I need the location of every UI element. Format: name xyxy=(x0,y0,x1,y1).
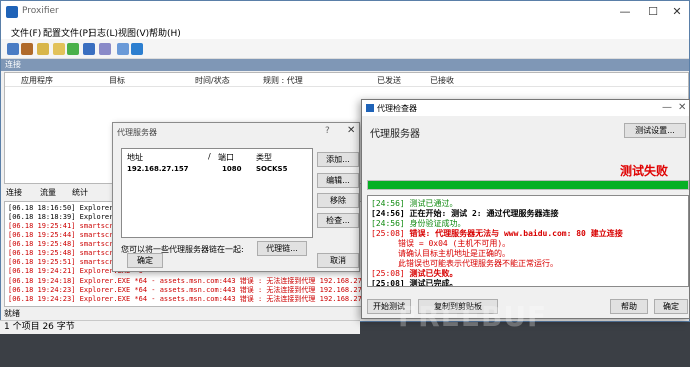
rules-icon[interactable] xyxy=(83,43,95,55)
bottom-tabs: 连接 流量 统计 xyxy=(4,186,104,200)
proxy-servers-icon[interactable] xyxy=(67,43,79,55)
tab-traffic[interactable]: 流量 xyxy=(40,187,56,198)
column-header[interactable]: 目标 xyxy=(109,75,125,86)
menu-help[interactable]: 帮助(H) xyxy=(149,26,181,39)
minimize-icon[interactable]: — xyxy=(662,102,672,113)
check-button[interactable]: 检查... xyxy=(317,213,359,228)
edit-button[interactable]: 编辑... xyxy=(317,173,359,188)
close-button[interactable]: ✕ xyxy=(665,3,689,21)
menu-file[interactable]: 文件(F) xyxy=(11,26,41,39)
window-title: Proxifier xyxy=(22,6,59,16)
open-icon[interactable] xyxy=(21,43,33,55)
column-header[interactable]: 应用程序 xyxy=(21,75,53,86)
connections-header: 连接 xyxy=(1,59,689,71)
proxy-server-list[interactable]: 地址 / 端口 类型 192.168.27.157 1080 SOCKS5 xyxy=(121,148,313,238)
settings-icon[interactable] xyxy=(117,43,129,55)
menu-log[interactable]: 日志(L) xyxy=(88,26,118,39)
section-title: 代理服务器 xyxy=(370,129,420,140)
menu-profile[interactable]: 配置文件(P) xyxy=(43,26,91,39)
cancel-button[interactable]: 取消 xyxy=(317,253,359,268)
help-button[interactable]: 帮助 xyxy=(610,299,648,314)
column-header[interactable]: 时间/状态 xyxy=(195,75,230,86)
save-icon[interactable] xyxy=(37,43,49,55)
proxy-chain-button[interactable]: 代理链... xyxy=(257,241,307,256)
test-failed-label: 测试失败 xyxy=(620,164,669,178)
status-bar: 1 个项目 26 字节 xyxy=(0,320,360,334)
column-header: / xyxy=(208,152,211,161)
checker-log[interactable]: [24:56] 测试已通过。 [24:56] 正在开始: 测试 2: 通过代理服… xyxy=(367,195,689,287)
dialog-title: 代理检查器 xyxy=(377,104,417,113)
proxy-servers-dialog: 代理服务器 ? ✕ 地址 / 端口 类型 192.168.27.157 1080… xyxy=(112,122,360,272)
title-bar: Proxifier — ☐ ✕ xyxy=(1,1,689,23)
proxifier-app-icon xyxy=(6,6,18,18)
app-icon xyxy=(366,104,374,112)
column-header[interactable]: 已接收 xyxy=(430,75,454,86)
ok-button[interactable]: 确定 xyxy=(654,299,688,314)
dialog-title: 代理服务器 xyxy=(117,128,157,137)
ok-button[interactable]: 确定 xyxy=(127,253,163,268)
proxy-address[interactable]: 192.168.27.157 xyxy=(127,165,189,173)
menu-view[interactable]: 视图(V) xyxy=(118,26,149,39)
column-header: 地址 xyxy=(127,153,143,162)
help-icon[interactable]: ? xyxy=(325,126,330,136)
tab-connections[interactable]: 连接 xyxy=(6,187,22,198)
proxy-type[interactable]: SOCKS5 xyxy=(256,165,287,173)
minimize-button[interactable]: — xyxy=(613,3,637,21)
column-header: 端口 xyxy=(218,153,234,162)
log-line: [25:08] 测试已完成。 xyxy=(371,279,458,287)
dialog-title-bar: 代理检查器 — ✕ xyxy=(362,100,689,116)
test-settings-button[interactable]: 测试设置... xyxy=(624,123,686,138)
folder-icon[interactable] xyxy=(53,43,65,55)
column-header: 类型 xyxy=(256,153,272,162)
remove-button[interactable]: 移除 xyxy=(317,193,359,208)
column-header[interactable]: 规则 : 代理 xyxy=(263,75,303,86)
proxy-port[interactable]: 1080 xyxy=(222,165,241,173)
connections-header-row: 应用程序 目标 时间/状态 规则 : 代理 已发送 已接收 xyxy=(5,73,688,87)
maximize-button[interactable]: ☐ xyxy=(641,3,665,21)
proxy-checker-dialog: 代理检查器 — ✕ 代理服务器 测试设置... 测试失败 [24:56] 测试已… xyxy=(361,99,690,319)
new-profile-icon[interactable] xyxy=(7,43,19,55)
add-button[interactable]: 添加... xyxy=(317,152,359,167)
watermark: FREEBUF xyxy=(398,300,548,333)
progress-bar xyxy=(367,180,689,190)
dns-icon[interactable] xyxy=(99,43,111,55)
toolbar xyxy=(1,39,689,59)
help-icon[interactable] xyxy=(131,43,143,55)
menu-bar: 文件(F) 配置文件(P) 日志(L) 视图(V) 帮助(H) xyxy=(1,23,689,39)
log-line: [06.18 19:24:23] Explorer.EXE *64 - asse… xyxy=(8,295,363,303)
close-icon[interactable]: ✕ xyxy=(347,125,355,136)
tab-statistics[interactable]: 统计 xyxy=(72,187,88,198)
close-icon[interactable]: ✕ xyxy=(678,102,686,113)
progress-fill xyxy=(368,181,688,189)
column-header[interactable]: 已发送 xyxy=(377,75,401,86)
